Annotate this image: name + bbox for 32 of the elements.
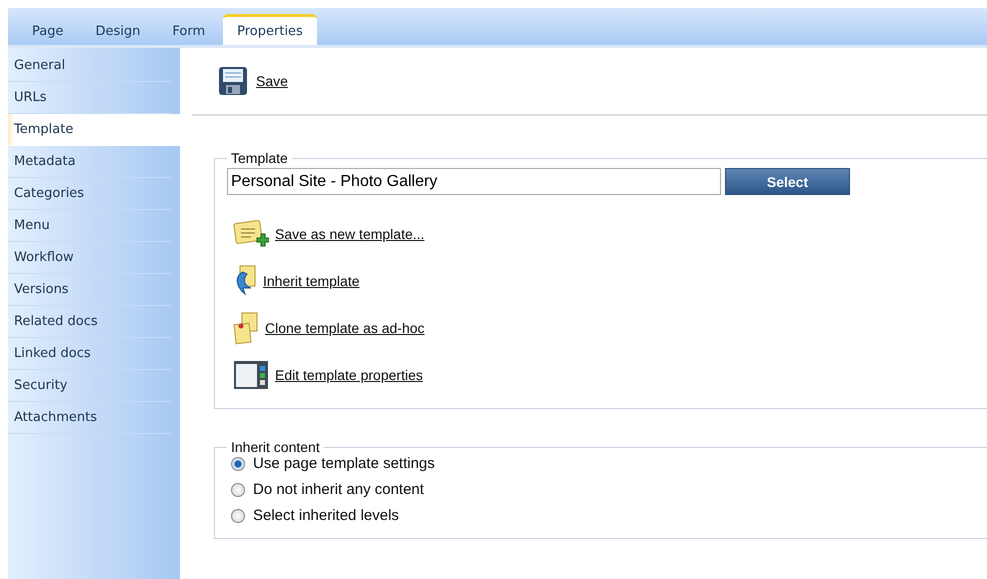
group-title: Inherit content <box>230 439 321 455</box>
radio-label: Do not inherit any content <box>253 481 424 498</box>
sidebar-item[interactable]: Template <box>8 114 180 146</box>
sidebar-item[interactable]: Attachments <box>8 402 172 434</box>
group-title: Template <box>230 150 289 166</box>
sidebar-item[interactable]: Linked docs <box>8 338 172 370</box>
sidebar-item[interactable]: Security <box>8 370 172 402</box>
sidebar-item[interactable]: General <box>8 50 172 82</box>
radio-button[interactable] <box>231 508 245 522</box>
tab[interactable]: Page <box>18 17 78 45</box>
sidebar-item[interactable]: Related docs <box>8 306 172 338</box>
select-button[interactable]: Select <box>725 168 850 195</box>
action-link[interactable]: Clone template as ad-hoc <box>265 320 425 336</box>
tab[interactable]: Form <box>158 17 220 45</box>
sidebar-item[interactable]: Menu <box>8 210 172 242</box>
sidebar-item[interactable]: Categories <box>8 178 172 210</box>
action-link[interactable]: Inherit template <box>263 273 360 289</box>
radio-label: Use page template settings <box>253 455 435 472</box>
radio-label: Select inherited levels <box>253 507 399 524</box>
radio-button[interactable] <box>231 456 245 470</box>
action-link[interactable]: Edit template properties <box>275 367 423 383</box>
radio-button[interactable] <box>231 482 245 496</box>
sidebar-item[interactable]: Versions <box>8 274 172 306</box>
tab[interactable]: Design <box>81 17 154 45</box>
documents-icon <box>233 311 259 345</box>
tab[interactable]: Properties <box>223 14 317 45</box>
window-panel-icon <box>233 360 269 390</box>
action-link[interactable]: Save as new template... <box>275 226 424 242</box>
sidebar-item[interactable]: Metadata <box>8 146 172 178</box>
sidebar-item[interactable]: Workflow <box>8 242 172 274</box>
template-field[interactable]: Personal Site - Photo Gallery <box>227 168 721 195</box>
save-link[interactable]: Save <box>256 73 288 89</box>
